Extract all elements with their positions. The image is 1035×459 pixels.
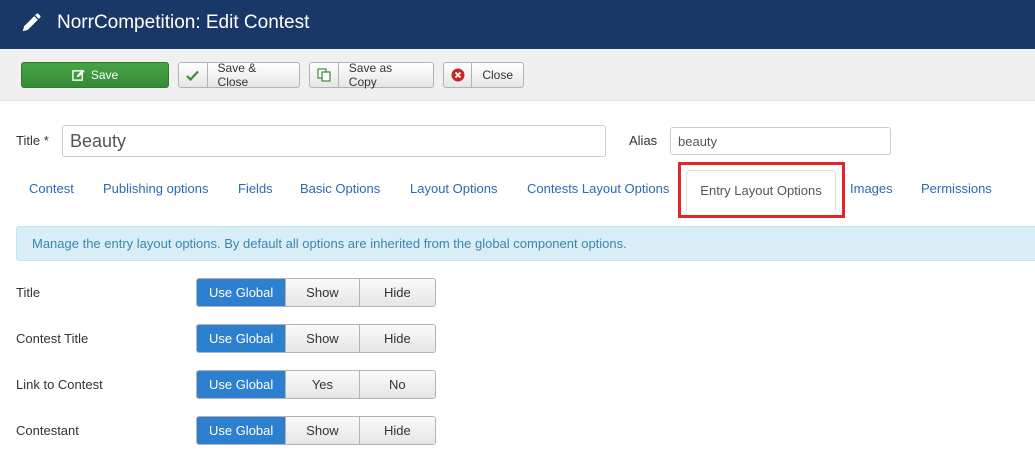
option-title-hide[interactable]: Hide	[359, 279, 435, 306]
save-copy-button[interactable]: Save as Copy	[309, 61, 434, 89]
save-button-label: Save	[90, 68, 119, 82]
tab-basic-options[interactable]: Basic Options	[300, 181, 380, 196]
page-header: NorrCompetition: Edit Contest	[0, 0, 1035, 49]
option-contestant-hide[interactable]: Hide	[359, 417, 435, 444]
save-button[interactable]: Save	[21, 62, 169, 88]
option-label-contestant: Contestant	[16, 423, 79, 438]
option-link-to-contest-yes[interactable]: Yes	[286, 371, 360, 398]
tab-contests-layout-options[interactable]: Contests Layout Options	[527, 181, 669, 196]
option-group-title: Use Global Show Hide	[196, 278, 436, 307]
title-input-value: Beauty	[70, 130, 127, 151]
alias-input-value: beauty	[678, 133, 718, 149]
option-group-contestant: Use Global Show Hide	[196, 416, 436, 445]
option-contest-title-show[interactable]: Show	[286, 325, 360, 352]
close-circle-icon	[444, 63, 473, 87]
toolbar: Save Save & Close Save as Copy Close	[0, 49, 1035, 101]
pencil-icon	[22, 13, 41, 32]
info-alert: Manage the entry layout options. By defa…	[16, 226, 1035, 261]
edit-icon	[72, 63, 85, 87]
title-label: Title *	[16, 133, 49, 148]
option-contestant-show[interactable]: Show	[286, 417, 360, 444]
tab-permissions[interactable]: Permissions	[921, 181, 992, 196]
copy-icon	[310, 63, 339, 87]
save-close-button[interactable]: Save & Close	[178, 61, 300, 89]
tab-layout-options[interactable]: Layout Options	[410, 181, 497, 196]
option-label-title: Title	[16, 285, 41, 300]
tab-fields[interactable]: Fields	[238, 181, 273, 196]
option-title-use-global[interactable]: Use Global	[197, 279, 287, 306]
info-message: Manage the entry layout options. By defa…	[32, 236, 627, 251]
check-icon	[179, 63, 208, 87]
save-copy-button-label: Save as Copy	[348, 61, 393, 89]
tab-publishing-options[interactable]: Publishing options	[103, 181, 209, 196]
option-contest-title-use-global[interactable]: Use Global	[197, 325, 287, 352]
alias-input[interactable]: beauty	[670, 127, 891, 155]
option-contest-title-hide[interactable]: Hide	[359, 325, 435, 352]
highlight-box	[678, 162, 845, 218]
option-group-contest-title: Use Global Show Hide	[196, 324, 436, 353]
option-link-to-contest-no[interactable]: No	[359, 371, 435, 398]
tab-contest[interactable]: Contest	[29, 181, 74, 196]
alias-label: Alias	[629, 133, 658, 148]
option-contestant-use-global[interactable]: Use Global	[197, 417, 287, 444]
tab-bar: Contest Publishing options Fields Basic …	[0, 172, 1035, 210]
option-label-contest-title: Contest Title	[16, 331, 89, 346]
option-link-to-contest-use-global[interactable]: Use Global	[197, 371, 287, 398]
option-title-show[interactable]: Show	[286, 279, 360, 306]
option-group-link-to-contest: Use Global Yes No	[196, 370, 436, 399]
save-close-button-label: Save & Close	[217, 61, 257, 89]
tab-images[interactable]: Images	[850, 181, 893, 196]
option-label-link-to-contest: Link to Contest	[16, 377, 103, 392]
page-title: NorrCompetition: Edit Contest	[57, 12, 310, 33]
close-button-label: Close	[482, 68, 513, 82]
close-button[interactable]: Close	[443, 62, 524, 88]
title-input[interactable]: Beauty	[62, 125, 606, 157]
